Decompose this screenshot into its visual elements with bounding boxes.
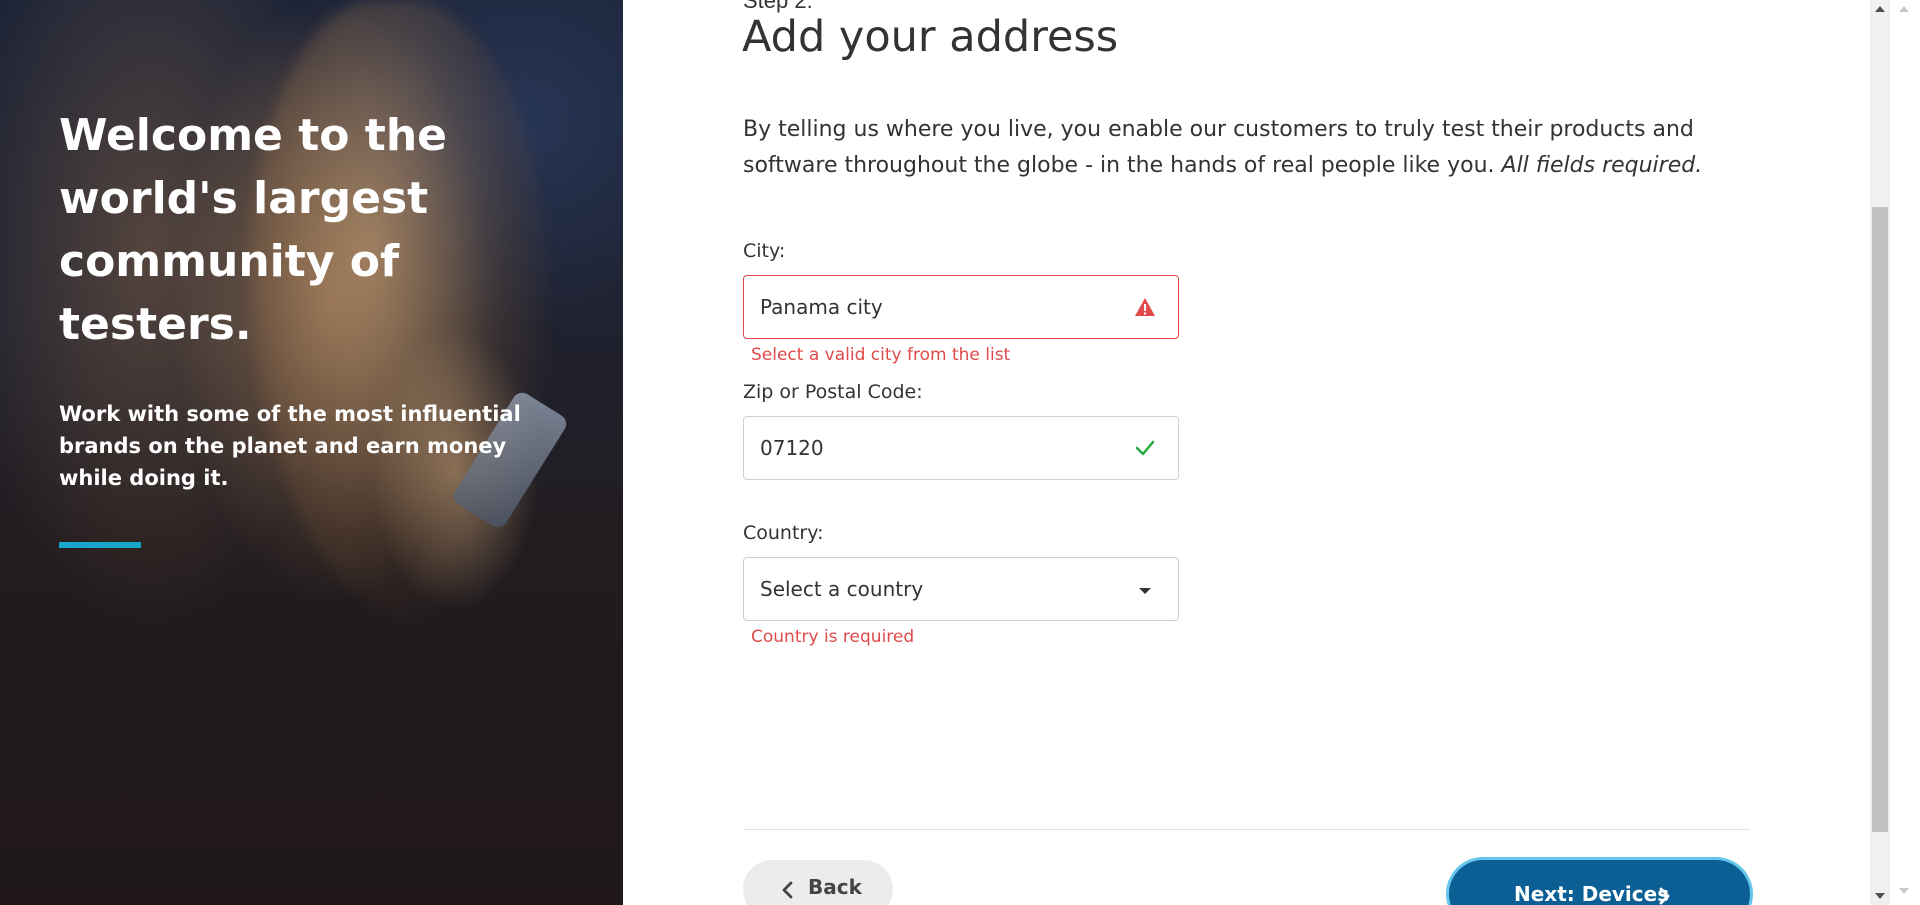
city-input[interactable]: Panama city bbox=[743, 275, 1179, 339]
zip-input-value: 07120 bbox=[760, 436, 824, 460]
back-button-label: Back bbox=[808, 875, 862, 899]
city-label: City: bbox=[743, 240, 786, 262]
checkmark-icon bbox=[1134, 437, 1156, 459]
next-devices-button[interactable]: Next: Devices bbox=[1449, 860, 1750, 905]
back-button[interactable]: Back bbox=[743, 860, 893, 905]
hero-subtitle: Work with some of the most influential b… bbox=[59, 402, 521, 490]
country-select-value: Select a country bbox=[760, 577, 924, 601]
zip-label: Zip or Postal Code: bbox=[743, 381, 923, 403]
chevron-right-icon bbox=[1657, 886, 1671, 905]
hero-panel: Welcome to the world's largest community… bbox=[0, 0, 623, 905]
scroll-up-arrow-icon[interactable] bbox=[1870, 0, 1890, 18]
form-divider bbox=[743, 829, 1750, 830]
page-scrollbar[interactable] bbox=[1870, 0, 1890, 905]
zip-input[interactable]: 07120 bbox=[743, 416, 1179, 480]
country-error-message: Country is required bbox=[751, 627, 915, 647]
country-label: Country: bbox=[743, 522, 824, 544]
chevron-left-icon bbox=[781, 880, 795, 904]
page-title: Add your address bbox=[742, 12, 1119, 62]
outer-scroll-up-icon bbox=[1896, 2, 1912, 16]
hero-accent-bar bbox=[59, 542, 141, 548]
scroll-down-arrow-icon[interactable] bbox=[1870, 887, 1890, 905]
next-button-label: Next: Devices bbox=[1514, 882, 1670, 905]
scrollbar-thumb[interactable] bbox=[1872, 207, 1888, 832]
country-select[interactable]: Select a country bbox=[743, 557, 1179, 621]
warning-triangle-icon bbox=[1134, 296, 1156, 318]
outer-scroll-down-icon bbox=[1896, 884, 1912, 898]
intro-text: By telling us where you live, you enable… bbox=[743, 112, 1723, 184]
hero-title: Welcome to the world's largest community… bbox=[59, 110, 447, 350]
city-input-value: Panama city bbox=[760, 295, 883, 319]
intro-required-note: All fields required. bbox=[1501, 153, 1703, 178]
caret-down-icon bbox=[1134, 580, 1156, 602]
city-error-message: Select a valid city from the list bbox=[751, 345, 1011, 365]
